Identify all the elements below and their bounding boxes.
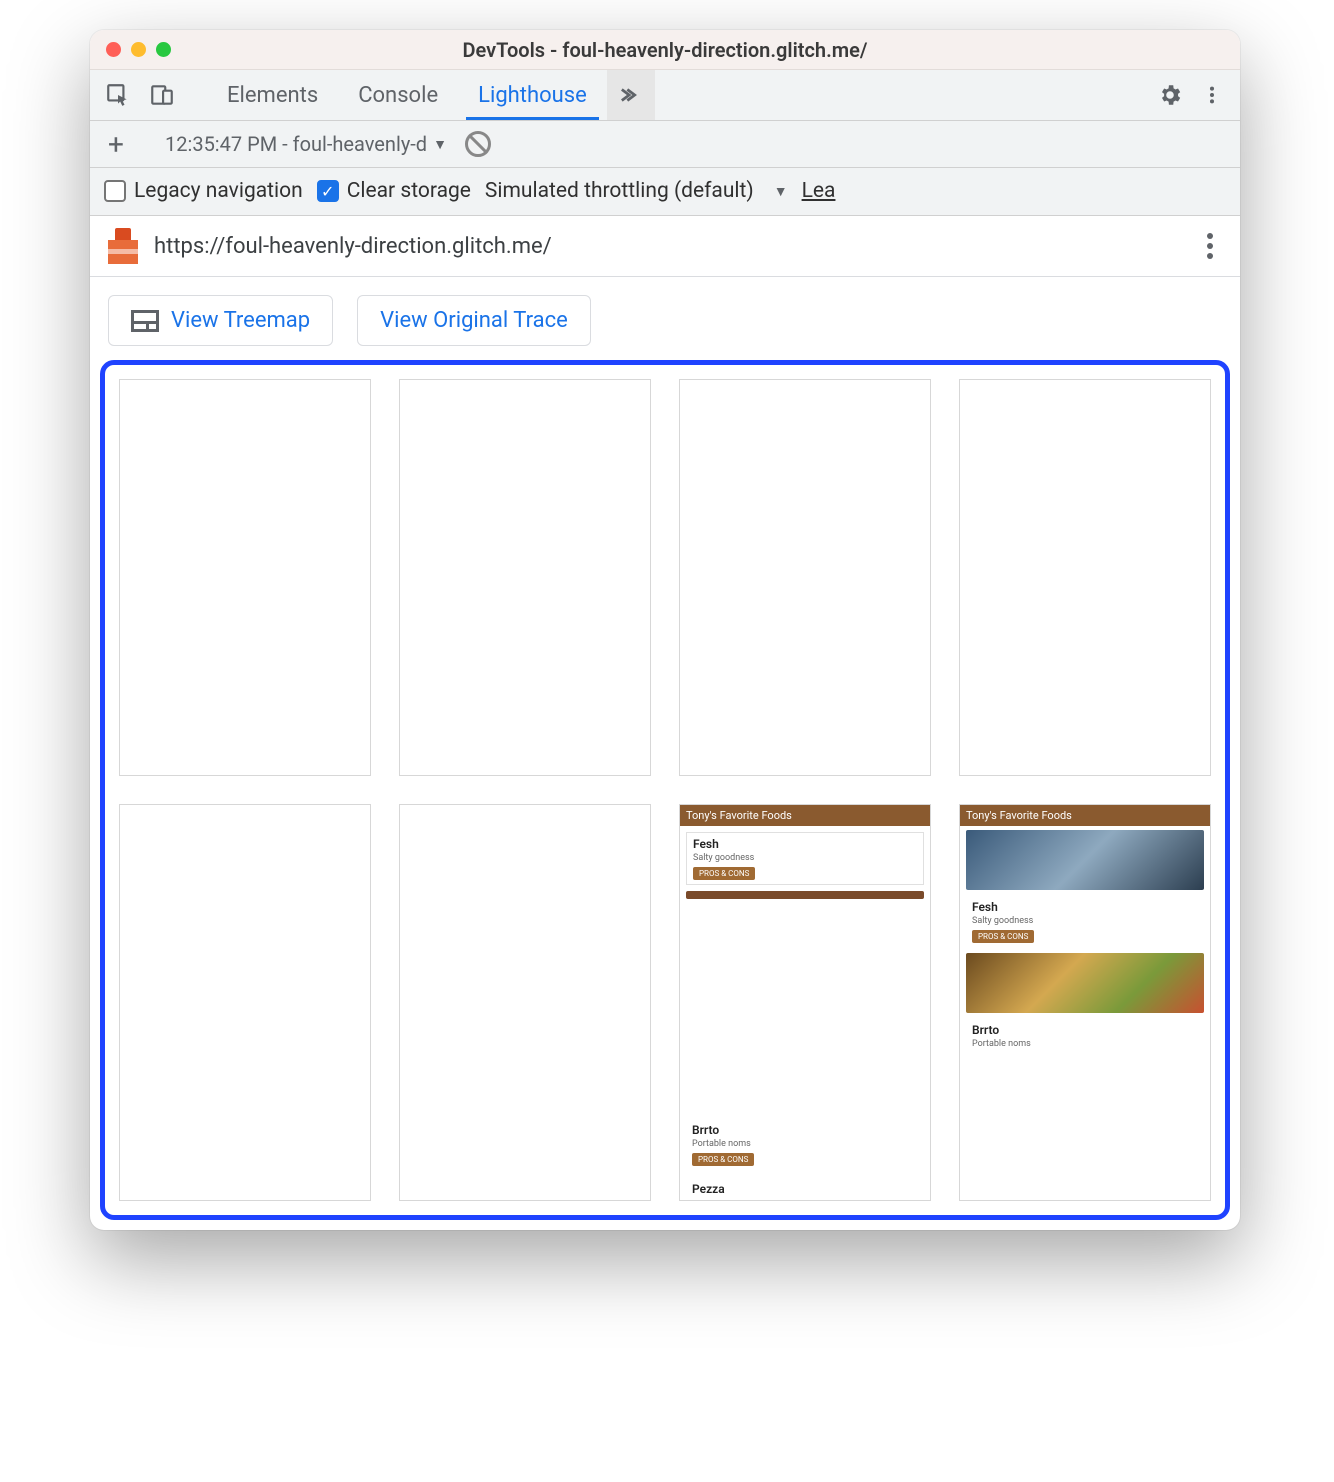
- preview-header: Tony's Favorite Foods: [680, 805, 930, 826]
- preview-image: [966, 953, 1204, 1013]
- item-name: Brrto: [692, 1123, 918, 1137]
- tab-elements[interactable]: Elements: [207, 70, 338, 120]
- chevron-down-icon: ▼: [433, 136, 447, 153]
- item-sub: Salty goodness: [972, 916, 1198, 926]
- throttling-label: Simulated throttling (default): [485, 179, 754, 203]
- preview-header: Tony's Favorite Foods: [960, 805, 1210, 826]
- device-toggle-icon[interactable]: [142, 75, 182, 115]
- filmstrip-frame[interactable]: [119, 804, 371, 1201]
- item-sub: Portable noms: [972, 1039, 1198, 1049]
- page-preview: Tony's Favorite Foods Fesh Salty goodnes…: [960, 805, 1210, 1200]
- clear-reports-icon[interactable]: [465, 131, 491, 157]
- filmstrip-highlight: Tony's Favorite Foods Fesh Salty goodnes…: [100, 360, 1230, 1220]
- panel-tabbar: Elements Console Lighthouse: [90, 70, 1240, 121]
- item-sub: Salty goodness: [693, 853, 917, 863]
- throttling-select[interactable]: Simulated throttling (default) ▼: [485, 179, 788, 203]
- clear-storage-option[interactable]: ✓ Clear storage: [317, 179, 471, 203]
- filmstrip-frame[interactable]: Tony's Favorite Foods Fesh Salty goodnes…: [679, 804, 931, 1201]
- inspect-element-icon[interactable]: [98, 75, 138, 115]
- legacy-label: Legacy navigation: [134, 179, 303, 203]
- pros-cons-badge: PROS & CONS: [692, 1153, 754, 1166]
- window-title: DevTools - foul-heavenly-direction.glitc…: [90, 38, 1240, 62]
- report-toolbar: + 12:35:47 PM - foul-heavenly-d ▼: [90, 121, 1240, 168]
- report-selector[interactable]: 12:35:47 PM - foul-heavenly-d ▼: [165, 132, 447, 156]
- report-actions: View Treemap View Original Trace: [90, 277, 1240, 356]
- pros-cons-badge: PROS & CONS: [972, 930, 1034, 943]
- view-original-trace-button[interactable]: View Original Trace: [357, 295, 591, 346]
- view-treemap-button[interactable]: View Treemap: [108, 295, 333, 346]
- item-name: Fesh: [972, 900, 1198, 914]
- item-name: Fesh: [693, 837, 917, 851]
- item-name: Brrto: [972, 1023, 1198, 1037]
- tab-lighthouse[interactable]: Lighthouse: [458, 70, 607, 120]
- devtools-window: DevTools - foul-heavenly-direction.glitc…: [90, 30, 1240, 1230]
- more-tabs-button[interactable]: [607, 70, 655, 120]
- filmstrip-frame[interactable]: Tony's Favorite Foods Fesh Salty goodnes…: [959, 804, 1211, 1201]
- treemap-icon: [131, 310, 159, 332]
- legacy-navigation-option[interactable]: Legacy navigation: [104, 179, 303, 203]
- lighthouse-icon: [108, 228, 138, 264]
- page-preview: Tony's Favorite Foods Fesh Salty goodnes…: [680, 805, 930, 1200]
- report-menu-icon[interactable]: [1198, 233, 1222, 259]
- url-bar: https://foul-heavenly-direction.glitch.m…: [90, 216, 1240, 278]
- pros-cons-badge: PROS & CONS: [693, 867, 755, 880]
- learn-more-link[interactable]: Lea: [802, 179, 836, 203]
- filmstrip-frame[interactable]: [119, 379, 371, 776]
- zoom-window-button[interactable]: [156, 42, 171, 57]
- titlebar: DevTools - foul-heavenly-direction.glitc…: [90, 30, 1240, 70]
- item-sub: Portable noms: [692, 1139, 918, 1149]
- report-selector-label: 12:35:47 PM - foul-heavenly-d: [165, 132, 427, 156]
- preview-image: [686, 891, 924, 899]
- window-controls: [106, 42, 171, 57]
- lighthouse-options-bar: Legacy navigation ✓ Clear storage Simula…: [90, 168, 1240, 215]
- filmstrip: Tony's Favorite Foods Fesh Salty goodnes…: [119, 379, 1211, 1201]
- view-trace-label: View Original Trace: [380, 308, 568, 333]
- new-report-button[interactable]: +: [100, 128, 132, 160]
- checkbox-checked-icon[interactable]: ✓: [317, 180, 339, 202]
- item-name: Pezza: [692, 1182, 918, 1196]
- kebab-menu-icon[interactable]: [1192, 75, 1232, 115]
- filmstrip-frame[interactable]: [959, 379, 1211, 776]
- close-window-button[interactable]: [106, 42, 121, 57]
- settings-gear-icon[interactable]: [1150, 75, 1190, 115]
- tab-console[interactable]: Console: [338, 70, 458, 120]
- clear-label: Clear storage: [347, 179, 471, 203]
- report-url: https://foul-heavenly-direction.glitch.m…: [154, 234, 552, 259]
- chevron-down-icon: ▼: [774, 183, 788, 200]
- checkbox-unchecked-icon[interactable]: [104, 180, 126, 202]
- minimize-window-button[interactable]: [131, 42, 146, 57]
- filmstrip-frame[interactable]: [679, 379, 931, 776]
- preview-image: [966, 830, 1204, 890]
- view-treemap-label: View Treemap: [171, 308, 310, 333]
- filmstrip-frame[interactable]: [399, 379, 651, 776]
- filmstrip-frame[interactable]: [399, 804, 651, 1201]
